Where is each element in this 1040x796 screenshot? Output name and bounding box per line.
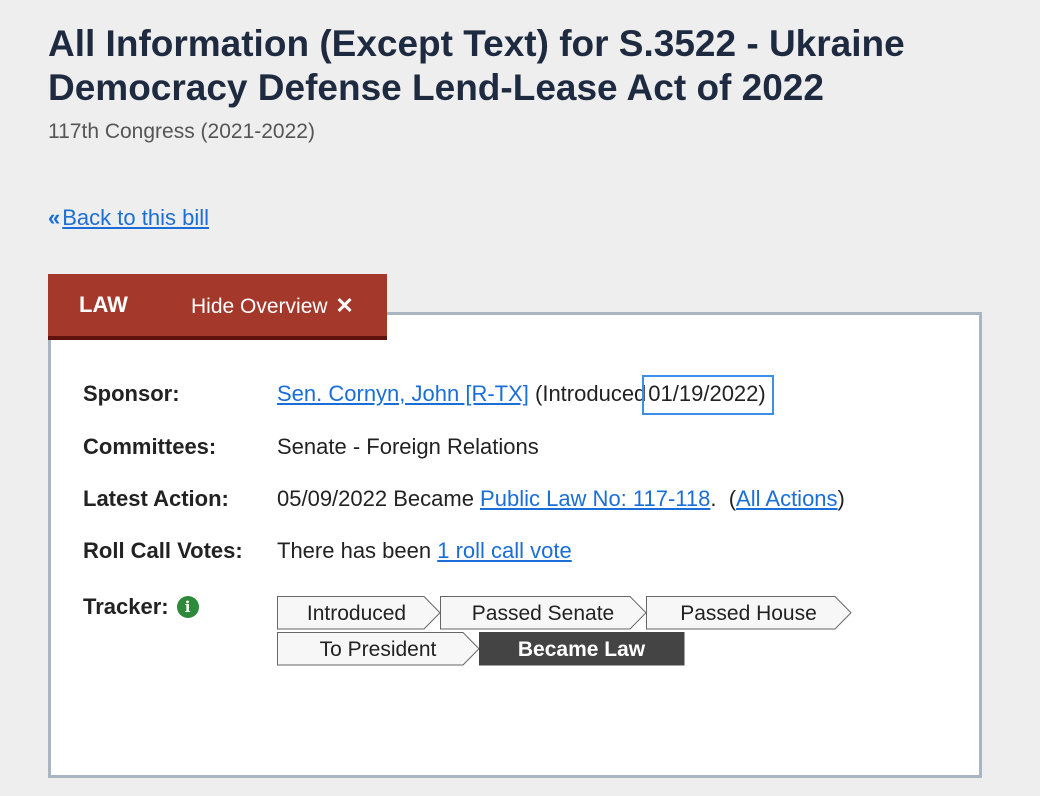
tracker-step-to-president: To President	[277, 632, 480, 666]
back-to-bill-label: Back to this bill	[62, 205, 209, 230]
close-icon: ✕	[335, 293, 354, 318]
roll-call-prefix: There has been	[277, 538, 438, 563]
latest-action-suffix: )	[837, 486, 845, 511]
public-law-link[interactable]: Public Law No: 117-118	[480, 486, 710, 511]
tracker-step-label: Passed Senate	[472, 602, 614, 625]
tracker-svg: Introduced Passed Senate Passed House To Pr…	[277, 596, 852, 666]
latest-action-value: 05/09/2022 Became Public Law No: 117-118…	[277, 486, 845, 512]
hide-overview-label: Hide Overview	[191, 295, 328, 318]
roll-call-link[interactable]: 1 roll call vote	[437, 538, 572, 563]
status-label: LAW	[79, 292, 128, 317]
committees-label: Committees:	[83, 434, 217, 459]
tracker-step-introduced: Introduced	[277, 596, 441, 630]
sponsor-link[interactable]: Sen. Cornyn, John [R-TX]	[277, 381, 529, 406]
info-icon[interactable]: i	[176, 596, 199, 618]
tracker-step-passed-senate: Passed Senate	[440, 596, 647, 630]
tracker-step-label: Passed House	[680, 602, 817, 625]
tracker-step-became-law: Became Law	[479, 632, 685, 666]
sponsor-value: Sen. Cornyn, John [R-TX] (Introduced 01/…	[277, 375, 774, 415]
roll-call-label: Roll Call Votes:	[83, 538, 243, 563]
sponsor-label: Sponsor:	[83, 381, 180, 406]
tracker-step-label: Introduced	[307, 602, 406, 625]
congress-session: 117th Congress (2021-2022)	[48, 120, 315, 143]
roll-call-value: There has been 1 roll call vote	[277, 538, 572, 564]
page-title: All Information (Except Text) for S.3522…	[48, 23, 905, 108]
status-tab-bar: LAW Hide Overview ✕	[48, 274, 387, 340]
latest-action-middle: . (	[710, 486, 737, 511]
tracker-step-label: Became Law	[518, 638, 646, 661]
committees-value: Senate - Foreign Relations	[277, 434, 539, 459]
all-actions-link[interactable]: All Actions	[736, 486, 838, 511]
introduced-date: 01/19/2022)	[642, 375, 774, 415]
tracker-label-row: Tracker: i	[83, 594, 199, 620]
double-chevron-left-icon: «	[48, 205, 61, 230]
back-to-bill-link[interactable]: «Back to this bill	[48, 205, 209, 231]
tracker-label: Tracker:	[83, 594, 169, 619]
introduced-prefix: (Introduced	[528, 381, 647, 406]
latest-action-prefix: 05/09/2022 Became	[277, 486, 481, 511]
latest-action-label: Latest Action:	[83, 486, 229, 511]
tracker-step-passed-house: Passed House	[646, 596, 852, 630]
bill-tracker: Introduced Passed Senate Passed House To Pr…	[277, 595, 877, 667]
tracker-step-label: To President	[320, 638, 437, 661]
hide-overview-button[interactable]: Hide Overview ✕	[191, 293, 354, 319]
